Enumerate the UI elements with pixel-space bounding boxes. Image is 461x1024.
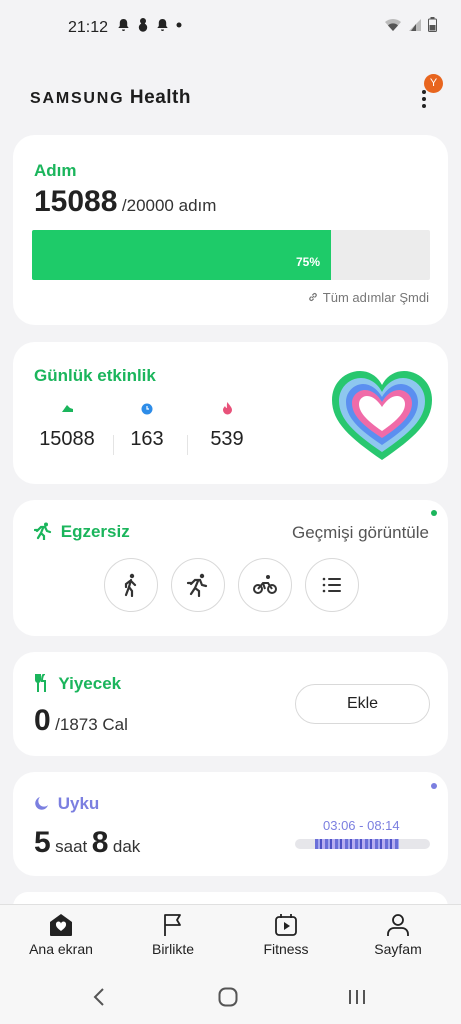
sleep-hours: 5 xyxy=(34,826,51,859)
running-person-icon xyxy=(33,522,52,542)
status-time: 21:12 xyxy=(68,19,109,36)
exercise-card[interactable]: Egzersiz Geçmişi görüntüle xyxy=(13,500,448,636)
walk-button[interactable] xyxy=(104,558,158,612)
run-icon xyxy=(186,573,208,597)
app-header: SAMSUNG Health Y xyxy=(0,74,461,122)
link-icon xyxy=(309,292,318,302)
add-food-button[interactable]: Ekle xyxy=(295,684,430,724)
steps-progress-fill xyxy=(32,230,331,280)
snowman-icon xyxy=(138,18,148,32)
activity-heart-rings-icon xyxy=(332,371,432,460)
sleep-minutes: 8 xyxy=(91,826,109,859)
bike-button[interactable] xyxy=(238,558,292,612)
sleep-hours-unit: saat xyxy=(55,837,88,856)
wifi-icon xyxy=(385,18,401,31)
moon-icon xyxy=(35,797,48,810)
sleep-timeline-bar xyxy=(295,839,430,849)
sleep-time-range: 03:06 - 08:14 xyxy=(323,818,400,833)
nav-my-page[interactable]: Sayfam xyxy=(348,913,448,957)
fork-knife-icon xyxy=(35,673,46,692)
app-logo: SAMSUNG Health xyxy=(30,87,191,108)
list-icon xyxy=(322,577,341,593)
activity-minutes-value: 163 xyxy=(130,428,164,450)
more-vert-icon xyxy=(416,90,432,108)
food-value: 0 /1873 Cal xyxy=(34,704,128,738)
steps-card[interactable]: Adım 15088 /20000 adım 75% Tüm adımlar Ş… xyxy=(13,135,448,325)
bell-icon xyxy=(157,18,168,31)
battery-icon xyxy=(428,17,437,32)
flag-icon xyxy=(164,914,181,936)
system-navigation-bar xyxy=(0,966,461,1024)
fitness-play-icon xyxy=(275,914,297,936)
nav-home[interactable]: Ana ekran xyxy=(11,913,111,957)
new-indicator-dot xyxy=(431,783,437,789)
exercise-list-button[interactable] xyxy=(305,558,359,612)
steps-progress-label: 75% xyxy=(295,255,320,269)
run-button[interactable] xyxy=(171,558,225,612)
person-icon xyxy=(387,914,409,936)
exercise-title: Egzersiz xyxy=(33,522,130,542)
nav-fitness[interactable]: Fitness xyxy=(236,913,336,957)
food-goal: /1873 Cal xyxy=(55,715,128,734)
nav-together[interactable]: Birlikte xyxy=(123,913,223,957)
steps-goal: /20000 adım xyxy=(121,196,217,215)
home-heart-icon xyxy=(50,914,72,936)
activity-title: Günlük etkinlik xyxy=(34,366,156,385)
all-steps-link[interactable]: Tüm adımlar Şmdi xyxy=(307,290,429,305)
steps-value: 15088 /20000 adım xyxy=(34,185,216,219)
sleep-card[interactable]: Uyku 5 saat 8 dak 03:06 - 08:14 xyxy=(13,772,448,876)
home-icon[interactable] xyxy=(218,987,238,1007)
activity-calories-value: 539 xyxy=(210,428,244,450)
notification-icons xyxy=(117,17,183,32)
food-card[interactable]: Yiyecek 0 /1873 Cal Ekle xyxy=(13,652,448,756)
clock-icon xyxy=(141,403,153,415)
avatar[interactable]: Y xyxy=(424,74,443,93)
shoe-icon xyxy=(62,405,73,412)
steps-count: 15088 xyxy=(34,185,118,218)
bottom-navigation: Ana ekran Birlikte Fitness Sayfam xyxy=(0,904,461,966)
sleep-duration: 5 saat 8 dak xyxy=(34,826,140,860)
activity-steps-value: 15088 xyxy=(39,428,95,450)
bell-icon xyxy=(118,18,129,31)
signal-icon xyxy=(409,18,421,31)
activity-steps-stat: 15088 xyxy=(27,402,107,451)
status-bar: 21:12 xyxy=(0,0,461,56)
recent-apps-icon[interactable] xyxy=(348,989,366,1005)
food-title: Yiyecek xyxy=(34,673,121,694)
daily-activity-card[interactable]: Günlük etkinlik 15088 163 539 xyxy=(13,342,448,484)
sleep-title: Uyku xyxy=(34,794,99,814)
dot-icon xyxy=(176,22,182,27)
sleep-minutes-unit: dak xyxy=(112,837,141,856)
activity-calories-stat: 539 xyxy=(187,402,267,451)
view-history-link[interactable]: Geçmişi görüntüle xyxy=(292,523,429,543)
bike-icon xyxy=(253,575,277,594)
steps-title: Adım xyxy=(34,161,77,180)
food-calories: 0 xyxy=(34,704,51,737)
system-icons xyxy=(384,17,437,32)
walk-icon xyxy=(124,573,137,597)
activity-minutes-stat: 163 xyxy=(107,402,187,451)
steps-progress-bar: 75% xyxy=(32,230,430,280)
flame-icon xyxy=(222,402,232,415)
new-indicator-dot xyxy=(431,510,437,516)
back-icon[interactable] xyxy=(92,988,106,1006)
